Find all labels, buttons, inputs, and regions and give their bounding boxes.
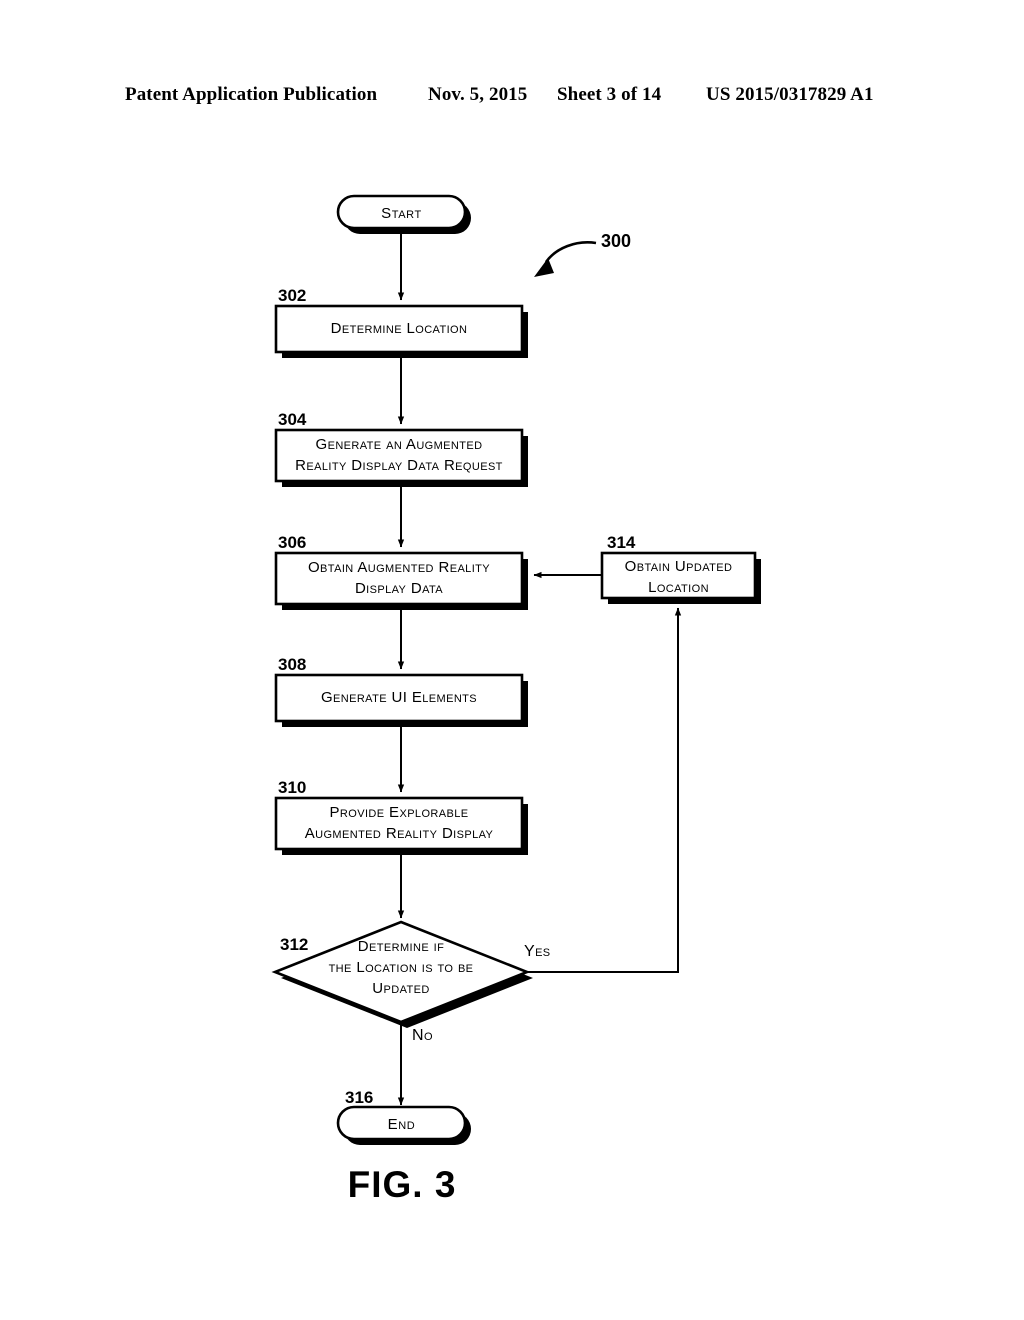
ref-numeral-306: 306 [278,533,307,552]
ref-numeral-300: 300 [601,231,632,251]
ref-numeral-312: 312 [280,935,309,954]
ref-numeral-316: 316 [345,1088,374,1107]
flowchart-canvas [271,194,761,1145]
node-end-shape [336,1105,467,1141]
ref-numeral-304: 304 [278,410,307,429]
branch-label-no: No [412,1027,433,1044]
node-302-shape [274,304,524,354]
ref-numeral-310: 310 [278,778,307,797]
ref-numeral-302: 302 [278,286,307,305]
figure-reference-leader [534,241,597,277]
node-start-shape [336,194,467,230]
ref-numeral-308: 308 [278,655,307,674]
ref-numeral-314: 314 [607,533,636,552]
node-304-shape [274,428,524,483]
figure-caption: FIG. 3 [347,1164,457,1205]
node-312-shape [271,920,531,1024]
node-308-shape [274,673,524,723]
node-314-shape [600,551,757,600]
node-306-shape [274,551,524,606]
connector-312-yes-to-314 [527,607,682,973]
flowchart-diagram: 302 304 306 314 308 310 312 316 300 Star… [0,0,1024,1320]
branch-label-yes: Yes [524,943,551,960]
node-310-shape [274,796,524,851]
